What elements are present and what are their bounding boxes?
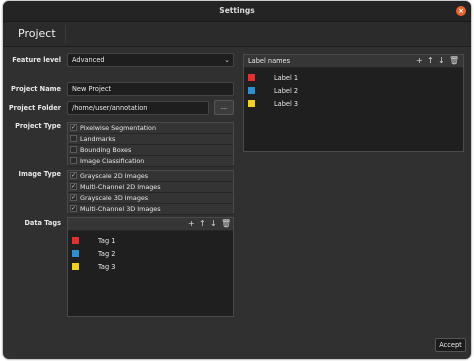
option-label: Grayscale 2D Images [80, 172, 149, 180]
checkbox[interactable] [70, 157, 77, 164]
image-type-option[interactable]: ✓ Grayscale 3D Images [68, 193, 233, 204]
label-color-swatch [248, 87, 255, 94]
label-item[interactable]: Label 3 [274, 100, 298, 108]
trash-icon[interactable]: 🗑 [449, 56, 459, 66]
data-tags-toolbar: + ↑ ↓ 🗑 [68, 218, 233, 231]
add-icon[interactable]: + [416, 56, 423, 66]
checkbox[interactable] [70, 135, 77, 142]
title-bar: Settings × [3, 1, 471, 22]
browse-folder-button[interactable]: ... [214, 100, 234, 115]
label-names-toolbar: Label names + ↑ ↓ 🗑 [244, 55, 463, 68]
project-folder-input[interactable]: /home/user/annotation [67, 101, 209, 115]
checkbox[interactable]: ✓ [70, 172, 77, 179]
feature-level-value: Advanced [72, 56, 105, 64]
page-header: Project [3, 22, 471, 47]
option-label: Image Classification [80, 157, 145, 165]
project-name-value: New Project [72, 85, 112, 93]
checkbox[interactable]: ✓ [70, 183, 77, 190]
option-label: Grayscale 3D Images [80, 194, 149, 202]
project-type-list: ✓ Pixelwise Segmentation Landmarks Bound… [67, 122, 234, 167]
image-type-option[interactable]: ✓ Multi-Channel 2D Images [68, 182, 233, 193]
close-icon: × [458, 7, 464, 15]
label-color-swatch [248, 74, 255, 81]
arrow-down-icon[interactable]: ↓ [438, 56, 445, 66]
data-tags-label: Data Tags [24, 219, 61, 227]
option-label: Landmarks [80, 135, 116, 143]
arrow-down-icon[interactable]: ↓ [210, 219, 217, 229]
tag-label[interactable]: Tag 1 [98, 237, 115, 245]
project-type-label: Project Type [15, 122, 61, 130]
image-type-label: Image Type [18, 170, 61, 178]
label-names-panel: Label names + ↑ ↓ 🗑 Label 1 Label 2 Labe… [243, 54, 464, 152]
add-icon[interactable]: + [188, 219, 195, 229]
tag-color-swatch [72, 237, 79, 244]
tag-color-swatch [72, 250, 79, 257]
project-type-option[interactable]: Image Classification [68, 156, 233, 167]
option-label: Bounding Boxes [80, 146, 132, 154]
chevron-down-icon: ⌄ [224, 56, 230, 64]
project-name-label: Project Name [10, 85, 61, 93]
label-item[interactable]: Label 2 [274, 87, 298, 95]
label-item[interactable]: Label 1 [274, 74, 298, 82]
project-type-option[interactable]: Landmarks [68, 134, 233, 145]
data-tags-panel: + ↑ ↓ 🗑 Tag 1 Tag 2 Tag 3 [67, 217, 234, 317]
checkbox[interactable]: ✓ [70, 194, 77, 201]
feature-level-label: Feature level [12, 56, 61, 64]
window-title: Settings [219, 6, 255, 15]
page-title: Project [18, 27, 56, 40]
close-button[interactable]: × [456, 6, 466, 16]
label-names-title: Label names [248, 57, 291, 65]
project-type-option[interactable]: Bounding Boxes [68, 145, 233, 156]
tag-label[interactable]: Tag 3 [98, 263, 115, 271]
option-label: Pixelwise Segmentation [80, 124, 156, 132]
accept-button[interactable]: Accept [435, 338, 466, 352]
tag-color-swatch [72, 263, 79, 270]
settings-window: Settings × Project Feature level Advance… [3, 1, 471, 359]
project-type-option[interactable]: ✓ Pixelwise Segmentation [68, 123, 233, 134]
feature-level-select[interactable]: Advanced ⌄ [67, 53, 234, 67]
checkbox[interactable]: ✓ [70, 205, 77, 212]
image-type-list: ✓ Grayscale 2D Images ✓ Multi-Channel 2D… [67, 170, 234, 215]
option-label: Multi-Channel 2D Images [80, 183, 161, 191]
project-name-input[interactable]: New Project [67, 82, 234, 96]
arrow-up-icon[interactable]: ↑ [427, 56, 434, 66]
trash-icon[interactable]: 🗑 [221, 219, 231, 229]
option-label: Multi-Channel 3D Images [80, 205, 161, 213]
project-folder-label: Project Folder [8, 104, 61, 112]
tag-label[interactable]: Tag 2 [98, 250, 115, 258]
project-folder-value: /home/user/annotation [72, 104, 148, 112]
label-color-swatch [248, 100, 255, 107]
image-type-option[interactable]: ✓ Grayscale 2D Images [68, 171, 233, 182]
image-type-option[interactable]: ✓ Multi-Channel 3D Images [68, 204, 233, 215]
checkbox[interactable]: ✓ [70, 124, 77, 131]
arrow-up-icon[interactable]: ↑ [199, 219, 206, 229]
checkbox[interactable] [70, 146, 77, 153]
header-divider [65, 25, 66, 43]
